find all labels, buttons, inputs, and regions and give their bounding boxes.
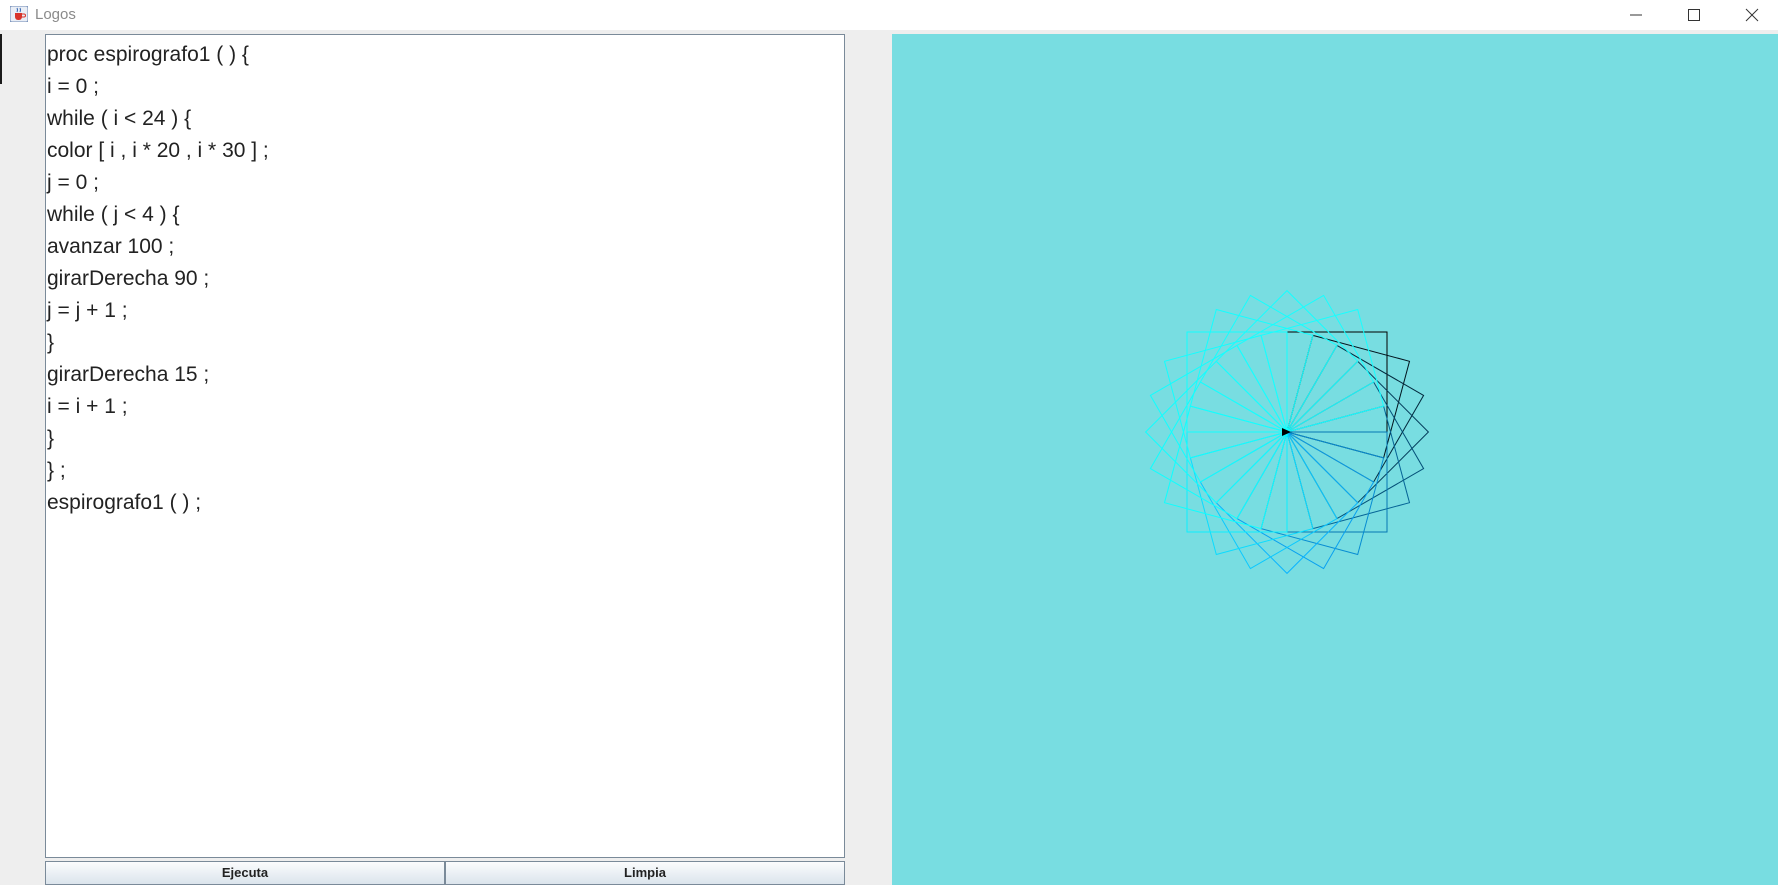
minimize-button[interactable] [1607,0,1665,30]
spirograph-drawing [1144,289,1430,575]
code-line: j = 0 ; [47,171,99,194]
code-line: while ( j < 4 ) { [47,203,180,226]
close-button[interactable] [1723,0,1778,30]
code-line: girarDerecha 90 ; [47,267,210,290]
java-cup-icon [10,6,28,22]
maximize-button[interactable] [1665,0,1723,30]
title-bar[interactable]: Logos [0,0,1778,30]
app-window: Logos proc espirografo1 ( ) { i = 0 ; whil… [0,0,1778,885]
code-line: } [47,427,55,450]
window-title: Logos [35,6,76,23]
code-line: while ( i < 24 ) { [47,107,192,130]
minimize-icon [1630,14,1642,16]
turtle-canvas[interactable] [892,34,1778,885]
code-line: espirografo1 ( ) ; [47,491,202,514]
execute-button[interactable]: Ejecuta [45,861,445,885]
code-line: } ; [47,459,66,482]
close-icon [1745,8,1759,22]
content-area: proc espirografo1 ( ) { i = 0 ; while ( i … [0,34,1778,885]
code-line: } [47,331,55,354]
window-edge-marker [0,34,2,84]
code-line: i = i + 1 ; [47,395,128,418]
code-line: avanzar 100 ; [47,235,175,258]
code-line: color [ i , i * 20 , i * 30 ] ; [47,139,269,162]
code-editor[interactable]: proc espirografo1 ( ) { i = 0 ; while ( i … [45,34,845,858]
clear-button[interactable]: Limpia [445,861,845,885]
button-bar: Ejecuta Limpia [45,861,845,885]
maximize-icon [1688,9,1700,21]
code-line: j = j + 1 ; [47,299,128,322]
code-line: proc espirografo1 ( ) { [47,43,249,66]
code-line: i = 0 ; [47,75,99,98]
code-line: girarDerecha 15 ; [47,363,210,386]
